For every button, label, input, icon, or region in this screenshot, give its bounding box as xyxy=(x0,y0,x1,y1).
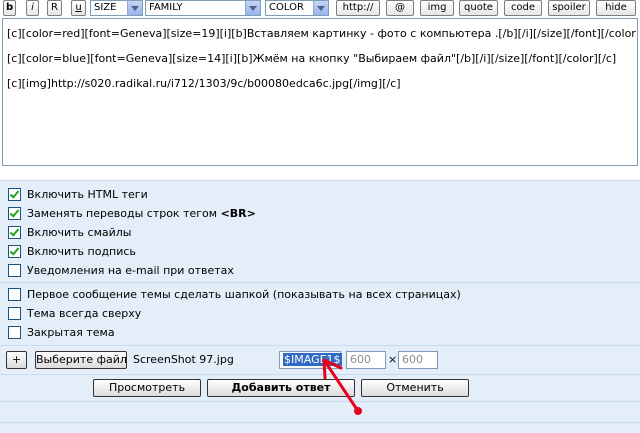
red-arrow-icon xyxy=(322,358,362,415)
